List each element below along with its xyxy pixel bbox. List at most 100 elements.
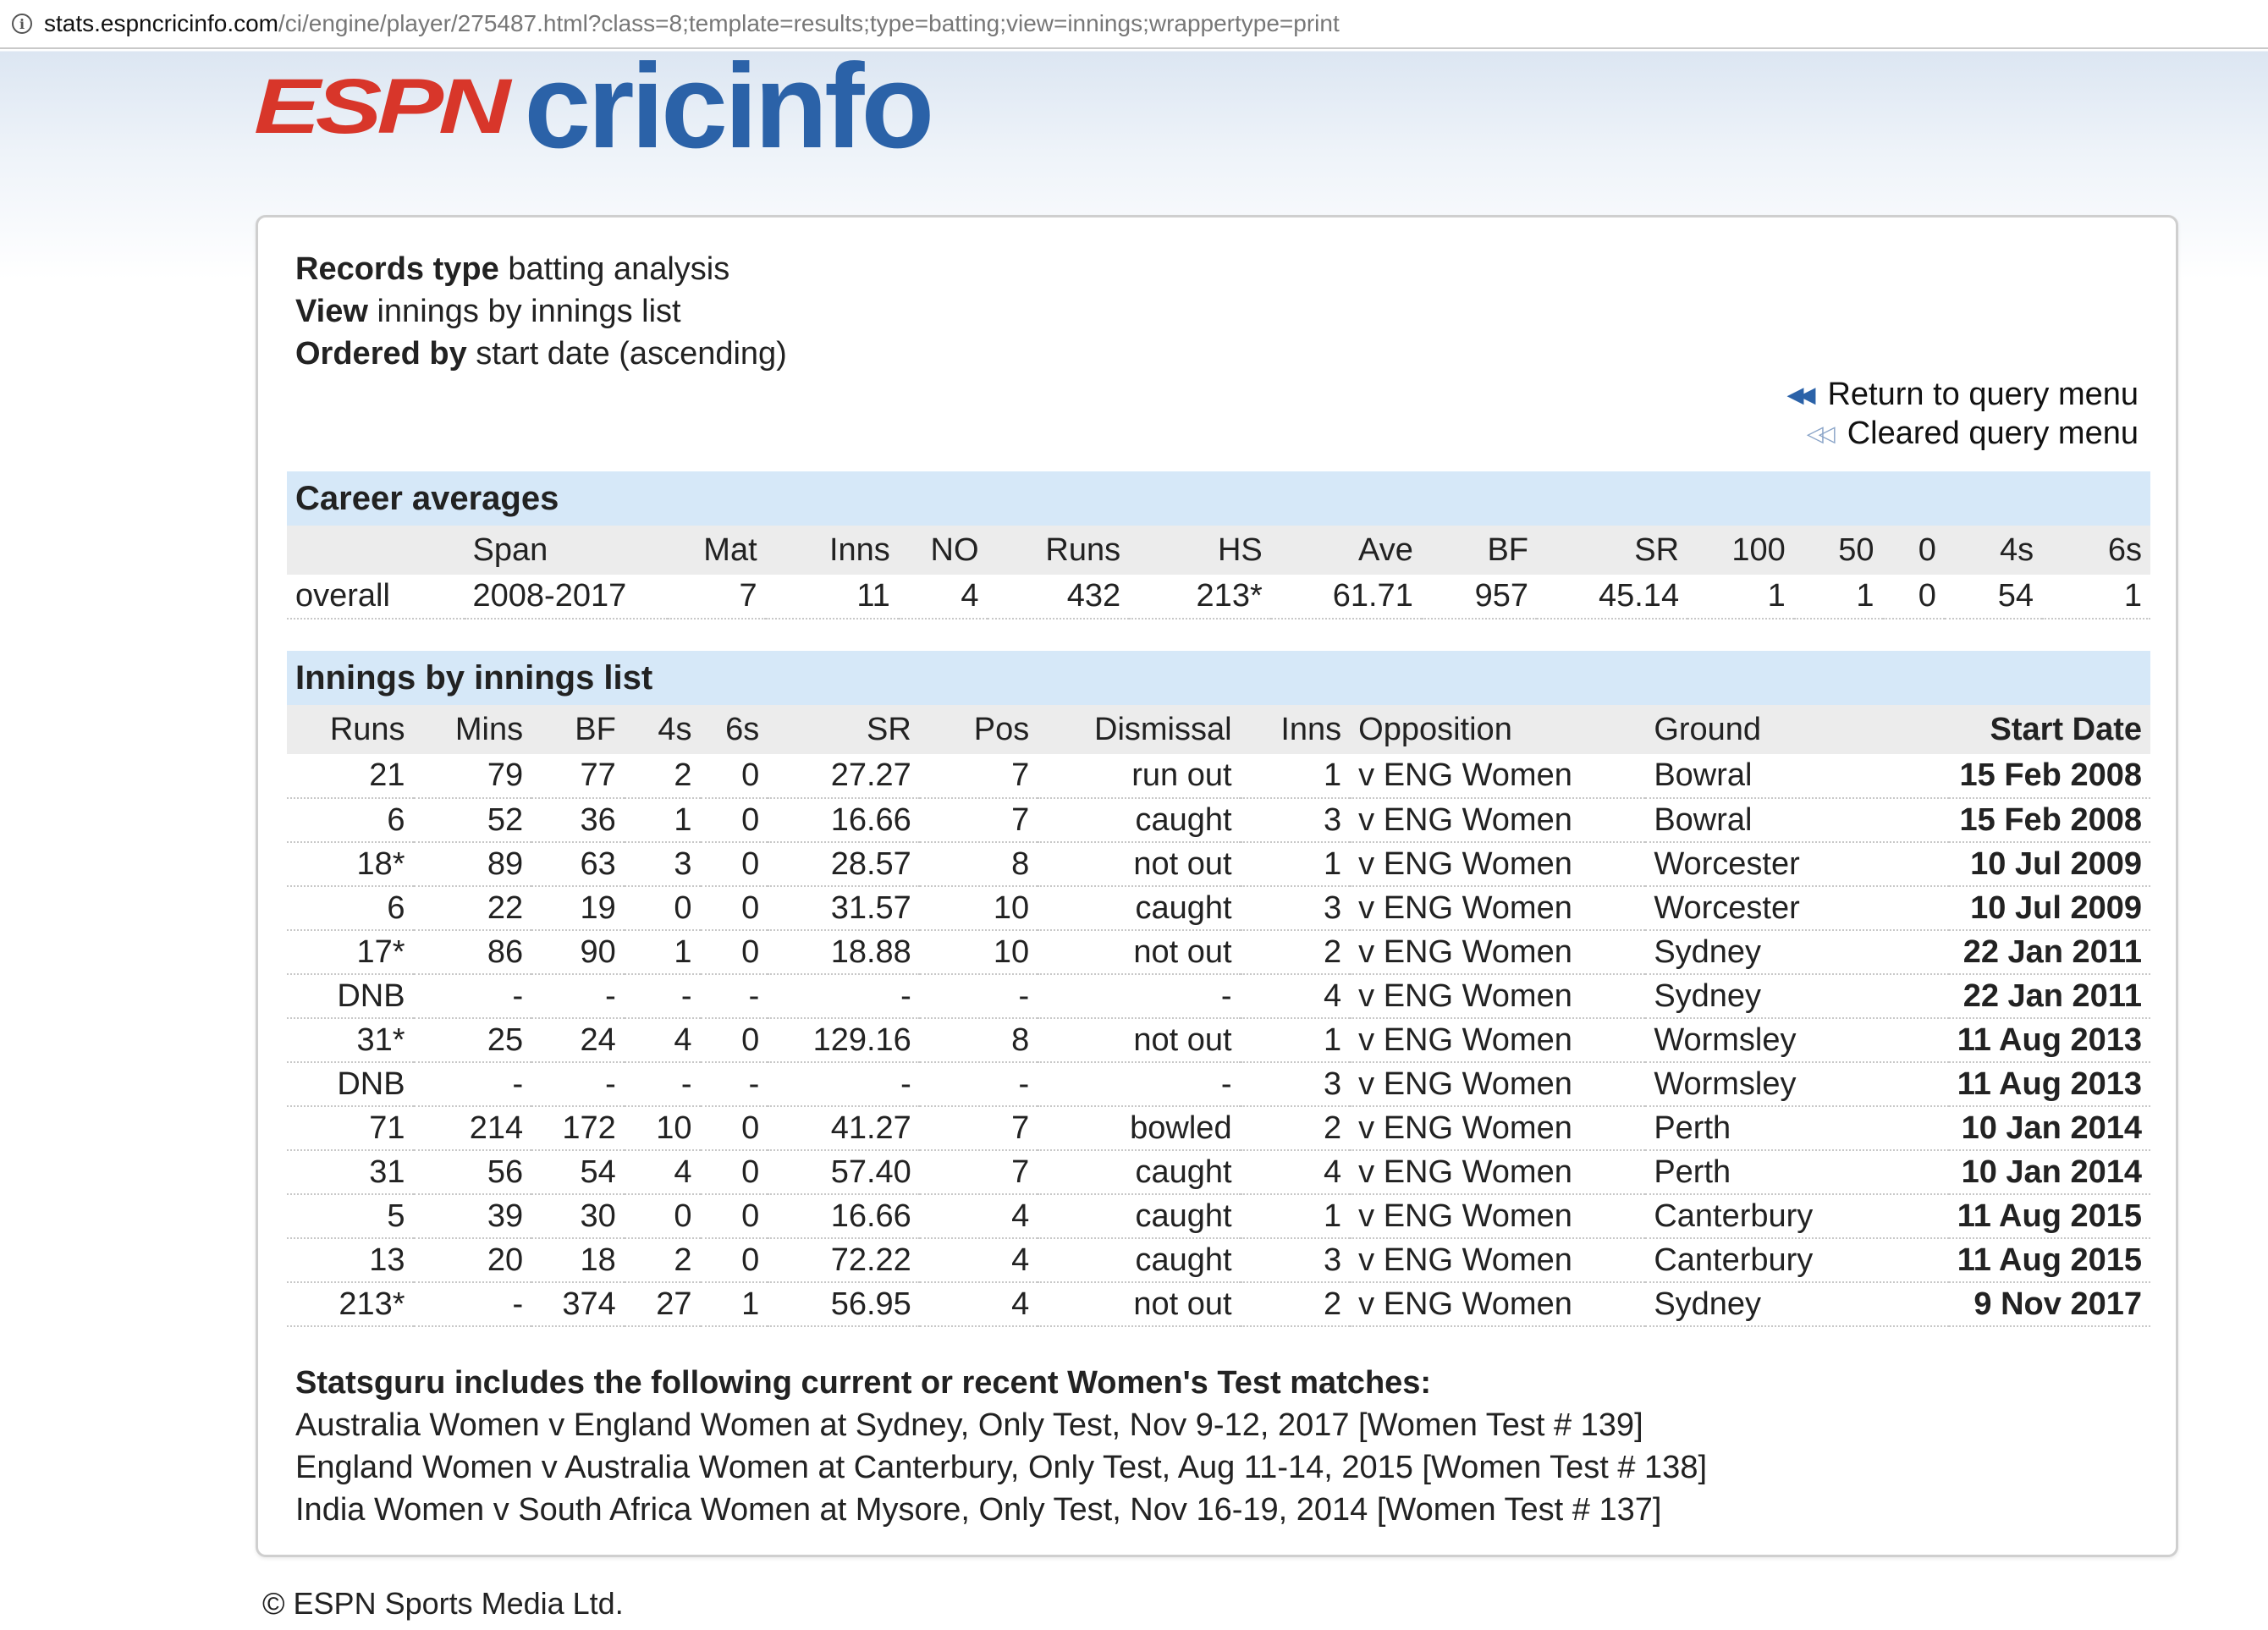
cell-mins: 52 (413, 798, 532, 843)
career-col-header: SR (1634, 531, 1680, 568)
cell-opposition[interactable]: v ENG Women (1350, 842, 1646, 887)
cell-ground[interactable]: Sydney (1645, 930, 1949, 975)
cell-sr: 72.22 (768, 1238, 920, 1283)
cell-ground[interactable]: Worcester (1645, 842, 1949, 887)
cell-sr: 56.95 (768, 1282, 920, 1327)
cell-bf: 90 (531, 930, 625, 975)
cell-start-date[interactable]: 11 Aug 2013 (1948, 1018, 2150, 1063)
address-bar[interactable]: i stats.espncricinfo.com/ci/engine/playe… (0, 0, 2268, 49)
cell-start-date[interactable]: 9 Nov 2017 (1948, 1282, 2150, 1327)
cell-opposition[interactable]: v ENG Women (1350, 1106, 1646, 1151)
cell-opposition[interactable]: v ENG Women (1350, 1150, 1646, 1195)
query-links: ◀◀ Return to query menu ◁◁ Cleared query… (1786, 375, 2139, 453)
cell-runs: 21 (287, 754, 414, 799)
cell-start-date[interactable]: 11 Aug 2015 (1948, 1238, 2150, 1283)
cell-opposition[interactable]: v ENG Women (1350, 974, 1646, 1019)
cell-mins: 39 (413, 1194, 532, 1239)
cell-start-date[interactable]: 15 Feb 2008 (1948, 754, 2150, 799)
cell-sr: 129.16 (768, 1018, 920, 1063)
cell-runs: DNB (287, 1062, 414, 1107)
cell-sr: - (768, 1062, 920, 1107)
cell-bf: 30 (531, 1194, 625, 1239)
cell-ground[interactable]: Canterbury (1645, 1238, 1949, 1283)
cell-ground[interactable]: Perth (1645, 1106, 1949, 1151)
innings-col-header: Opposition (1358, 711, 1512, 747)
cell-ground[interactable]: Bowral (1645, 798, 1949, 843)
return-link-label: Return to query menu (1827, 377, 2139, 412)
innings-col-header: Dismissal (1094, 711, 1232, 747)
cell-ground[interactable]: Sydney (1645, 1282, 1949, 1327)
cell-opposition[interactable]: v ENG Women (1350, 1194, 1646, 1239)
innings-col-header: 6s (725, 711, 760, 747)
cell-pos: 7 (919, 1106, 1038, 1151)
innings-col-header: BF (575, 711, 616, 747)
recent-match-link[interactable]: England Women v Australia Women at Cante… (295, 1446, 1707, 1489)
cell-dismissal: not out (1038, 842, 1241, 887)
cell-start-date[interactable]: 22 Jan 2011 (1948, 930, 2150, 975)
career-header-row: Span Mat Inns NO Runs HS Ave BF SR 100 5… (287, 526, 2150, 575)
cell-opposition[interactable]: v ENG Women (1350, 1282, 1646, 1327)
cleared-query-menu-link[interactable]: ◁◁ Cleared query menu (1786, 414, 2139, 453)
cell-start-date[interactable]: 10 Jan 2014 (1948, 1106, 2150, 1151)
cell-ground[interactable]: Wormsley (1645, 1062, 1949, 1107)
cell-runs: 17* (287, 930, 414, 975)
cell-runs: 6 (287, 886, 414, 931)
cell-sixes: 0 (700, 886, 768, 931)
career-col-header: 0 (1918, 531, 1936, 568)
cell-start-date[interactable]: 10 Jul 2009 (1948, 842, 2150, 887)
cell-start-date[interactable]: 10 Jul 2009 (1948, 886, 2150, 931)
career-col-header: 100 (1731, 531, 1786, 568)
cell-opposition[interactable]: v ENG Women (1350, 754, 1646, 799)
cell-start-date[interactable]: 22 Jan 2011 (1948, 974, 2150, 1019)
cell-opposition[interactable]: v ENG Women (1350, 798, 1646, 843)
info-icon[interactable]: i (12, 14, 32, 34)
cell-dismissal: caught (1038, 1150, 1241, 1195)
cell-start-date[interactable]: 11 Aug 2015 (1948, 1194, 2150, 1239)
cell-dismissal: not out (1038, 1282, 1241, 1327)
cell-inns: 1 (1240, 754, 1351, 799)
cell-sixes: 0 (700, 1238, 768, 1283)
cell-start-date[interactable]: 10 Jan 2014 (1948, 1150, 2150, 1195)
cell-runs: 13 (287, 1238, 414, 1283)
cell-opposition[interactable]: v ENG Women (1350, 1238, 1646, 1283)
innings-row: 31* 25 24 4 0 129.16 8 not out 1 v ENG Women Worms… (287, 1018, 2150, 1063)
career-cell: 7 (668, 575, 766, 620)
cell-ground[interactable]: Bowral (1645, 754, 1949, 799)
cell-pos: 8 (919, 1018, 1038, 1063)
recent-matches-title: Statsguru includes the following current… (295, 1365, 1432, 1401)
innings-row: 213* -374 27 1 56.95 4 not out 2 v ENG Women Sydn… (287, 1282, 2150, 1327)
innings-col-header-start-date[interactable]: Start Date (1949, 705, 2150, 754)
cell-sr: 57.40 (768, 1150, 920, 1195)
return-to-query-menu-link[interactable]: ◀◀ Return to query menu (1786, 375, 2139, 414)
career-averages-table: Span Mat Inns NO Runs HS Ave BF SR 100 5… (287, 526, 2150, 620)
cell-ground[interactable]: Canterbury (1645, 1194, 1949, 1239)
career-cell: 61.71 (1270, 575, 1422, 620)
cell-inns: 2 (1240, 930, 1351, 975)
logo-espn: ESPN (254, 63, 510, 150)
cell-ground[interactable]: Perth (1645, 1150, 1949, 1195)
cell-bf: 374 (531, 1282, 625, 1327)
cell-start-date[interactable]: 11 Aug 2013 (1948, 1062, 2150, 1107)
cell-opposition[interactable]: v ENG Women (1350, 886, 1646, 931)
espncricinfo-logo[interactable]: ESPN cricinfo (254, 39, 934, 173)
cell-opposition[interactable]: v ENG Women (1350, 1018, 1646, 1063)
innings-row: 6 22 19 0 0 31.57 10 caught 3 v ENG Women Worceste… (287, 886, 2150, 931)
cell-pos: 4 (919, 1282, 1038, 1327)
recent-match-link[interactable]: Australia Women v England Women at Sydne… (295, 1404, 1707, 1446)
cell-ground[interactable]: Worcester (1645, 886, 1949, 931)
cell-start-date[interactable]: 15 Feb 2008 (1948, 798, 2150, 843)
cell-pos: - (919, 1062, 1038, 1107)
cell-ground[interactable]: Sydney (1645, 974, 1949, 1019)
cell-ground[interactable]: Wormsley (1645, 1018, 1949, 1063)
cell-inns: 4 (1240, 1150, 1351, 1195)
results-panel: Records type batting analysis View innin… (256, 215, 2178, 1557)
recent-match-link[interactable]: India Women v South Africa Women at Myso… (295, 1489, 1707, 1531)
cell-mins: 20 (413, 1238, 532, 1283)
cell-opposition[interactable]: v ENG Women (1350, 1062, 1646, 1107)
cell-opposition[interactable]: v ENG Women (1350, 930, 1646, 975)
career-overall-row: overall 2008-2017 7 11 4 432 213* 61.71 … (287, 575, 2150, 620)
records-type-label: Records type (295, 251, 499, 287)
cell-fours: 10 (624, 1106, 701, 1151)
innings-col-header: SR (867, 711, 911, 747)
rewind-icon: ◀◀ (1786, 382, 1815, 407)
